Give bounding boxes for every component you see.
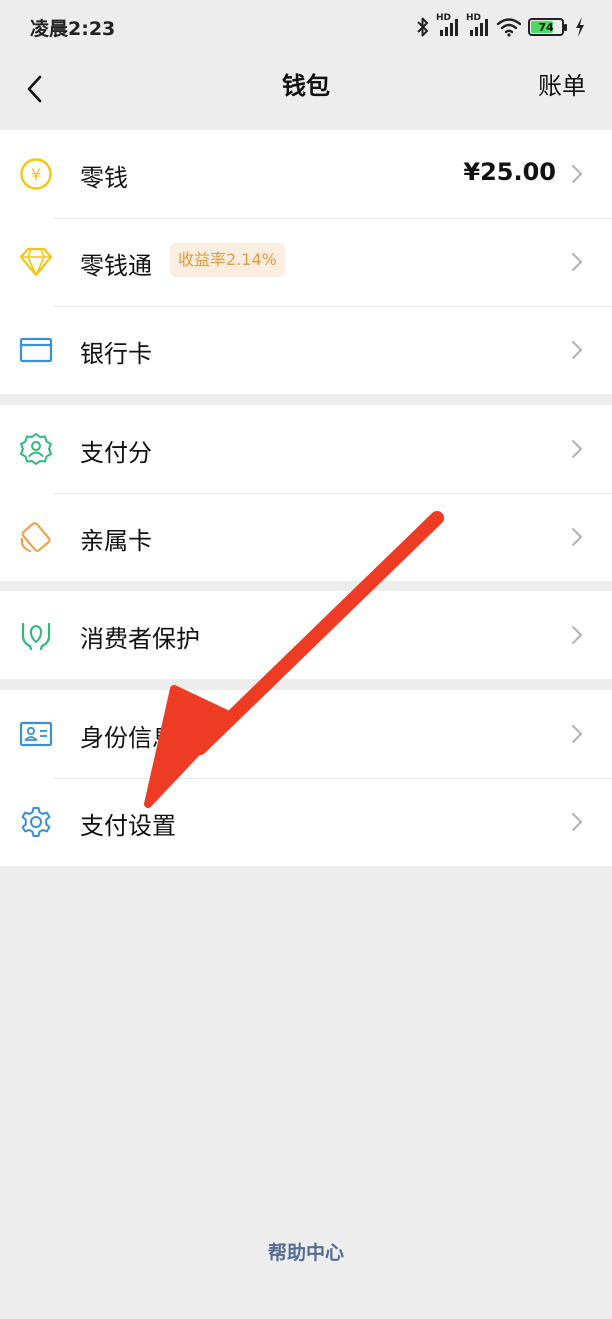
row-change[interactable]: ¥ 零钱 ¥25.00: [0, 130, 612, 218]
row-label: 支付设置: [80, 812, 176, 840]
help-center-link[interactable]: 帮助中心: [0, 1238, 612, 1265]
nav-bar: 钱包 账单: [0, 56, 612, 128]
id-card-icon: [18, 716, 54, 752]
row-lingqiantong[interactable]: 零钱通 收益率2.14%: [0, 218, 612, 306]
row-label: 消费者保护: [80, 625, 200, 653]
row-pay-score[interactable]: 支付分: [0, 405, 612, 493]
status-bar: 凌晨2:23 HD HD 74: [0, 0, 612, 56]
gear-icon: [18, 804, 54, 840]
wallet-group-credit: 支付分 亲属卡: [0, 405, 612, 581]
chevron-right-icon: [572, 813, 582, 831]
battery-level: 74: [538, 20, 554, 34]
row-label: 银行卡: [80, 340, 152, 368]
chevron-right-icon: [572, 725, 582, 743]
chevron-right-icon: [572, 253, 582, 271]
row-identity-info[interactable]: 身份信息: [0, 690, 612, 778]
chevron-right-icon: [572, 626, 582, 644]
row-label: 身份信息: [80, 724, 176, 752]
page-title: 钱包: [282, 72, 330, 100]
status-icons: HD HD 74: [416, 12, 586, 42]
wallet-group-protection: 消费者保护: [0, 591, 612, 679]
coin-yen-icon: ¥: [18, 156, 54, 192]
chevron-right-icon: [572, 528, 582, 546]
signal-icon: HD: [436, 13, 460, 38]
status-time: 凌晨2:23: [30, 18, 116, 40]
row-label: 零钱: [80, 164, 128, 192]
row-bank-card[interactable]: 银行卡: [0, 306, 612, 394]
bank-card-icon: [18, 332, 54, 368]
chevron-right-icon: [572, 440, 582, 458]
protective-hands-icon: [18, 617, 54, 653]
charging-icon: [576, 17, 584, 37]
diamond-icon: [18, 244, 54, 280]
bluetooth-icon: [417, 17, 428, 37]
chevron-right-icon: [572, 165, 582, 183]
wifi-icon: [496, 18, 522, 37]
chevron-right-icon: [572, 341, 582, 359]
balance-value: ¥25.00: [463, 158, 556, 186]
row-consumer-protection[interactable]: 消费者保护: [0, 591, 612, 679]
row-family-card[interactable]: 亲属卡: [0, 493, 612, 581]
family-card-icon: [18, 519, 54, 555]
battery-icon: 74: [528, 18, 567, 36]
row-label: 亲属卡: [80, 527, 152, 555]
row-payment-settings[interactable]: 支付设置: [0, 778, 612, 866]
wallet-group-settings: 身份信息 支付设置: [0, 690, 612, 866]
pay-score-badge-icon: [18, 431, 54, 467]
yield-rate-badge: 收益率2.14%: [170, 243, 285, 277]
bill-button[interactable]: 账单: [538, 66, 586, 101]
signal-icon: HD: [466, 13, 490, 38]
svg-text:¥: ¥: [31, 165, 41, 184]
row-label: 零钱通: [80, 252, 152, 280]
row-label: 支付分: [80, 439, 152, 467]
wallet-group-balance: ¥ 零钱 ¥25.00 零钱通 收益率2.14% 银行卡: [0, 130, 612, 394]
